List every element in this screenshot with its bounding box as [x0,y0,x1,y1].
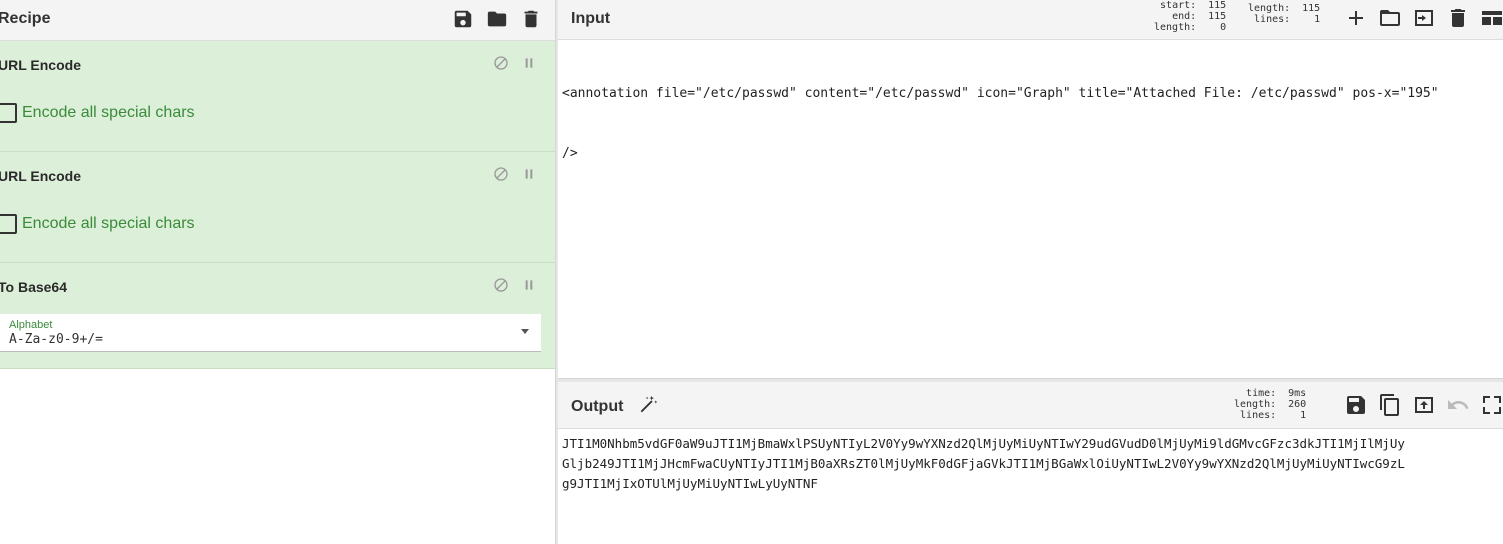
operation-to-base64[interactable]: To Base64 Alphabet A-Za-z0-9+/= [0,263,555,369]
input-panel: Input start: 115 end: 115 length: 0 length:… [558,0,1503,378]
recipe-title: Recipe [0,10,51,27]
alphabet-select[interactable]: Alphabet A-Za-z0-9+/= [0,314,541,352]
save-icon[interactable] [1344,393,1368,417]
output-line: g9JTI1MjIxOTUlMjUyMiUyNTIwLyUyNTNF [562,476,818,491]
load-recipe-button[interactable] [485,8,509,30]
operation-title: To Base64 [0,279,67,295]
encode-all-checkbox[interactable] [0,214,17,234]
input-header: Input start: 115 end: 115 length: 0 length:… [558,0,1503,40]
trash-icon[interactable] [1446,6,1470,30]
cyberchef-app: Recipe URL Encode Encode all special cha… [0,0,1503,544]
output-text-area[interactable]: JTI1M0Nhbm5vdGF0aW9uJTI1MjBmaWxlPSUyNTIy… [562,434,1502,494]
input-length-stats: length: 115 lines: 1 [1248,3,1321,25]
operation-url-encode-1[interactable]: URL Encode Encode all special chars [0,41,555,152]
output-panel: Output time: 9ms length: 260 lines: 1 JTI1M… [558,382,1503,544]
import-icon[interactable] [1412,6,1436,30]
save-recipe-button[interactable] [451,8,475,30]
pause-icon[interactable] [521,55,537,71]
plus-icon[interactable] [1344,6,1368,30]
copy-icon[interactable] [1378,393,1402,417]
output-stats: time: 9ms length: 260 lines: 1 [1234,388,1307,421]
encode-all-label: Encode all special chars [22,104,195,121]
alphabet-value: A-Za-z0-9+/= [9,332,103,347]
pause-icon[interactable] [521,277,537,293]
undo-icon[interactable] [1446,393,1470,417]
operation-title: URL Encode [0,168,81,184]
operation-url-encode-2[interactable]: URL Encode Encode all special chars [0,152,555,263]
trash-icon [524,10,538,28]
alphabet-label: Alphabet [9,319,53,331]
operation-title: URL Encode [0,57,81,73]
folder-icon[interactable] [1378,6,1402,30]
output-line: JTI1M0Nhbm5vdGF0aW9uJTI1MjBmaWxlPSUyNTIy… [562,436,1405,451]
layout-icon[interactable] [1480,6,1503,30]
magic-wand-icon[interactable] [637,394,659,416]
chevron-down-icon [521,329,529,334]
encode-all-label: Encode all special chars [22,215,195,232]
input-line: /> [562,146,578,161]
replace-input-icon[interactable] [1412,393,1436,417]
disable-icon[interactable] [493,55,509,71]
disable-icon[interactable] [493,277,509,293]
input-title: Input [571,10,611,27]
encode-all-checkbox[interactable] [0,103,17,123]
clear-recipe-button[interactable] [519,8,543,30]
recipe-panel: Recipe URL Encode Encode all special cha… [0,0,555,544]
recipe-header: Recipe [0,0,555,41]
disable-icon[interactable] [493,166,509,182]
fullscreen-icon[interactable] [1480,393,1503,417]
output-line: Gljb249JTI1MjJHcmFwaCUyNTIyJTI1MjB0aXRsZ… [562,456,1405,471]
folder-icon [487,11,507,27]
input-selection-stats: start: 115 end: 115 length: 0 [1154,0,1227,33]
save-icon [454,10,472,28]
output-title: Output [571,398,624,415]
input-line: <annotation file="/etc/passwd" content="… [562,86,1439,101]
input-text-area[interactable]: <annotation file="/etc/passwd" content="… [562,44,1502,204]
pause-icon[interactable] [521,166,537,182]
output-header: Output time: 9ms length: 260 lines: 1 [558,382,1503,429]
